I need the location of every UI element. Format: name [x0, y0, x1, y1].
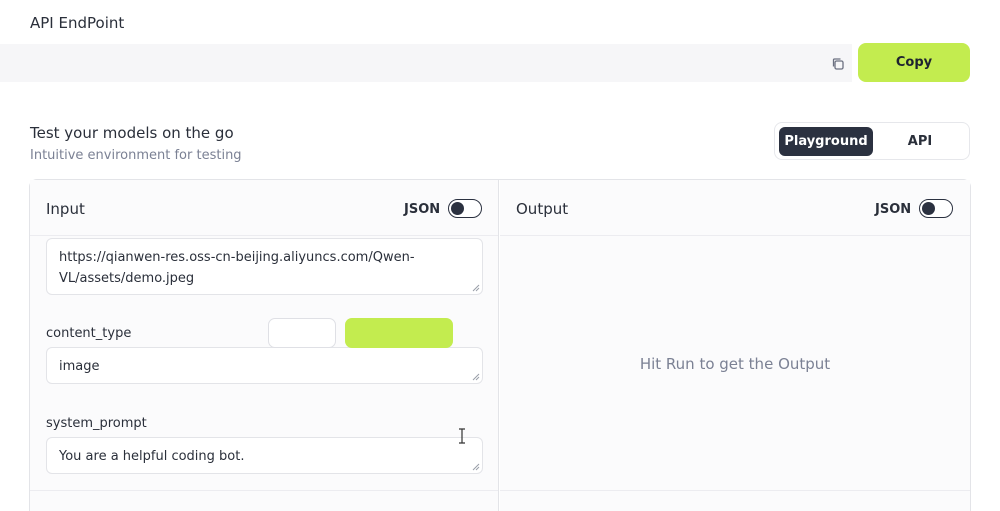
- image-url-field[interactable]: https://qianwen-res.oss-cn-beijing.aliyu…: [46, 238, 483, 295]
- output-actions-bar: [500, 490, 970, 511]
- tab-playground[interactable]: Playground: [779, 127, 873, 156]
- page: API EndPoint Copy Test your models on th…: [0, 0, 1000, 511]
- resize-grip-icon[interactable]: [472, 463, 480, 471]
- reset-button[interactable]: [268, 318, 336, 348]
- output-json-label: JSON: [875, 202, 912, 217]
- content-type-value: image: [59, 359, 100, 374]
- endpoint-title: API EndPoint: [30, 14, 125, 32]
- copy-icon-svg: [832, 58, 844, 70]
- input-actions-bar: [30, 490, 498, 511]
- input-header: Input JSON: [30, 180, 498, 236]
- content-type-label: content_type: [46, 326, 132, 341]
- endpoint-url-field[interactable]: [0, 44, 852, 82]
- run-button[interactable]: [345, 318, 453, 348]
- input-title: Input: [46, 200, 85, 218]
- resize-grip-icon[interactable]: [472, 284, 480, 292]
- output-header: Output JSON: [500, 180, 970, 236]
- text-cursor-icon: [459, 428, 465, 444]
- content-type-field[interactable]: image: [46, 347, 483, 384]
- system-prompt-field[interactable]: You are a helpful coding bot.: [46, 437, 483, 474]
- copy-button[interactable]: Copy: [858, 43, 970, 82]
- copy-icon[interactable]: [824, 50, 852, 78]
- toggle-knob: [451, 202, 464, 215]
- image-url-value: https://qianwen-res.oss-cn-beijing.aliyu…: [59, 250, 415, 286]
- output-column: Output JSON Hit Run to get the Output: [500, 180, 970, 511]
- tab-api[interactable]: API: [873, 127, 967, 156]
- output-json-toggle[interactable]: [919, 199, 953, 218]
- resize-grip-icon[interactable]: [472, 373, 480, 381]
- test-subtitle: Intuitive environment for testing: [30, 148, 242, 163]
- output-title: Output: [516, 200, 569, 218]
- mode-toggle: Playground API: [774, 122, 970, 160]
- toggle-knob: [922, 202, 935, 215]
- test-title: Test your models on the go: [30, 124, 234, 142]
- output-placeholder: Hit Run to get the Output: [639, 355, 831, 373]
- input-json-label: JSON: [404, 202, 441, 217]
- input-json-toggle[interactable]: [448, 199, 482, 218]
- system-prompt-label: system_prompt: [46, 416, 147, 431]
- system-prompt-value: You are a helpful coding bot.: [59, 449, 245, 464]
